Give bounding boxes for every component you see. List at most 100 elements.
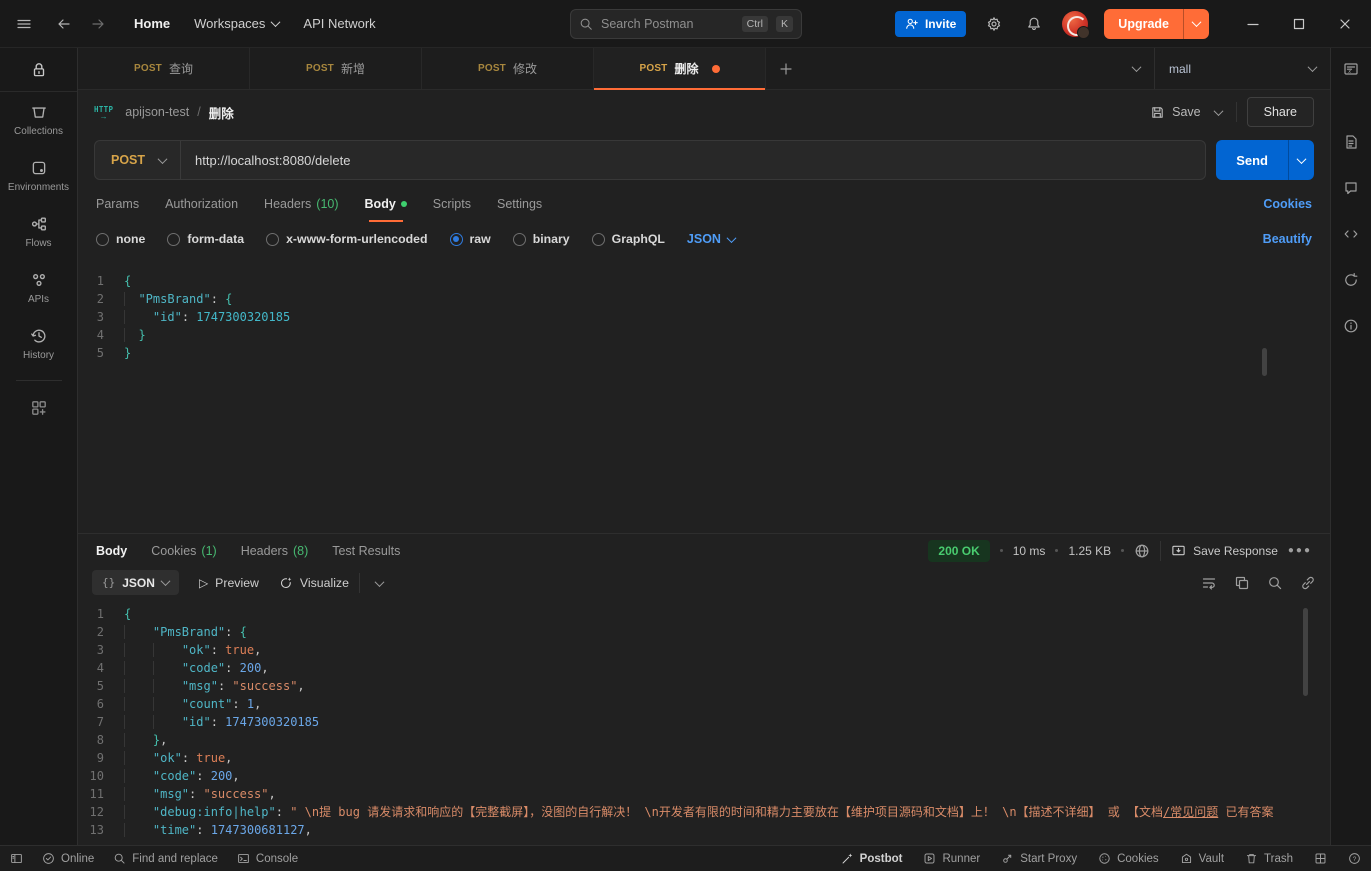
online-status[interactable]: Online — [42, 852, 94, 865]
request-body-editor[interactable]: 1{2 "PmsBrand": {3 "id": 1747300320185 4 … — [78, 256, 1330, 533]
wrap-text-icon[interactable] — [1201, 575, 1217, 591]
sidebar-item-flows[interactable]: Flows — [0, 204, 77, 260]
lock-icon[interactable] — [0, 48, 77, 92]
toggle-sidebar-icon[interactable] — [10, 852, 23, 865]
search-in-response-icon[interactable] — [1267, 575, 1283, 591]
back-arrow-icon[interactable] — [52, 12, 76, 36]
save-button[interactable]: Save — [1150, 105, 1201, 120]
save-dropdown-chevron[interactable] — [1211, 101, 1226, 123]
beautify-link[interactable]: Beautify — [1263, 232, 1312, 246]
new-tab-plus-icon[interactable] — [766, 48, 806, 89]
console-button[interactable]: Console — [237, 852, 298, 865]
copy-icon[interactable] — [1234, 575, 1250, 591]
breadcrumb-request-name[interactable]: 删除 — [209, 103, 234, 122]
sidebar-item-environments[interactable]: Environments — [0, 148, 77, 204]
help-icon[interactable]: ? — [1348, 852, 1361, 865]
send-button[interactable]: Send — [1216, 140, 1314, 180]
network-globe-icon[interactable] — [1134, 543, 1150, 559]
visualize-button[interactable]: Visualize — [279, 576, 349, 590]
upgrade-dropdown[interactable] — [1183, 8, 1209, 39]
editor-tab-3[interactable]: POST 修改 — [422, 48, 594, 89]
runner-icon — [925, 853, 935, 864]
forward-arrow-icon[interactable] — [86, 12, 110, 36]
sidebar-item-apis[interactable]: APIs — [0, 260, 77, 316]
environment-selector[interactable]: mall — [1154, 48, 1330, 89]
nav-home[interactable]: Home — [134, 16, 170, 31]
method-dropdown-chevron[interactable] — [157, 153, 180, 167]
runner-button[interactable]: Runner — [923, 852, 980, 865]
find-and-replace[interactable]: Find and replace — [113, 852, 218, 865]
save-response-button[interactable]: Save Response — [1171, 543, 1278, 558]
svg-text:?: ? — [1353, 856, 1357, 863]
method-selector-label[interactable]: POST — [95, 153, 159, 167]
flows-icon — [31, 217, 46, 231]
tab-body[interactable]: Body — [365, 186, 407, 222]
response-size[interactable]: 1.25 KB — [1068, 544, 1111, 558]
sidebar-item-collections[interactable]: Collections — [0, 92, 77, 148]
tab-settings[interactable]: Settings — [497, 186, 542, 222]
breadcrumb-collection[interactable]: apijson-test — [125, 105, 189, 119]
sidebar-item-history[interactable]: History — [0, 316, 77, 372]
send-dropdown-chevron[interactable] — [1288, 140, 1314, 180]
code-snippet-icon[interactable] — [1343, 226, 1359, 242]
response-format-selector[interactable]: {} JSON — [92, 570, 179, 595]
cookies-button[interactable]: Cookies — [1098, 852, 1159, 865]
tab-overflow-chevron-icon[interactable] — [1119, 48, 1154, 89]
hamburger-menu-icon[interactable] — [12, 12, 36, 36]
trash-button[interactable]: Trash — [1245, 852, 1293, 865]
sync-icon[interactable] — [1343, 272, 1359, 288]
more-options-icon[interactable]: ●●● — [1288, 545, 1312, 556]
url-input[interactable]: http://localhost:8080/delete — [181, 153, 1205, 168]
response-time[interactable]: 10 ms — [1013, 544, 1046, 558]
configure-workbar-icon[interactable] — [30, 389, 48, 427]
environment-quick-look-icon[interactable]: x — [1343, 61, 1359, 77]
cookies-link[interactable]: Cookies — [1263, 197, 1312, 211]
preview-button[interactable]: ▷ Preview — [199, 576, 259, 590]
code-line: 13 "time": 1747300681127, — [89, 823, 312, 837]
editor-tab-4-active[interactable]: POST 删除 — [594, 48, 766, 90]
response-tab-test-results[interactable]: Test Results — [332, 544, 400, 558]
mode-x-www-form-urlencoded[interactable]: x-www-form-urlencoded — [266, 232, 428, 246]
info-icon[interactable] — [1343, 318, 1359, 334]
editor-tab-1[interactable]: POST 查询 — [78, 48, 250, 89]
window-close-icon[interactable] — [1331, 12, 1359, 36]
mode-binary[interactable]: binary — [512, 232, 570, 246]
postbot-button[interactable]: Postbot — [841, 852, 902, 865]
tab-headers[interactable]: Headers (10) — [264, 186, 338, 222]
response-tab-headers[interactable]: Headers (8) — [241, 544, 309, 558]
status-badge[interactable]: 200 OK — [928, 539, 990, 562]
response-body-viewer[interactable]: 1{2 "PmsBrand": {3 "ok": true, 4 "code": … — [78, 598, 1330, 845]
apis-icon — [32, 274, 45, 286]
notifications-bell-icon[interactable] — [1022, 12, 1046, 36]
link-icon[interactable] — [1300, 575, 1316, 591]
tab-authorization[interactable]: Authorization — [165, 186, 238, 222]
documentation-icon[interactable] — [1343, 134, 1359, 150]
start-proxy-button[interactable]: Start Proxy — [1001, 852, 1077, 865]
upgrade-button[interactable]: Upgrade — [1104, 8, 1209, 39]
nav-api-network[interactable]: API Network — [303, 16, 375, 31]
response-tab-body[interactable]: Body — [96, 544, 127, 558]
mode-form-data[interactable]: form-data — [167, 232, 244, 246]
search-input[interactable]: Search Postman Ctrl K — [570, 9, 802, 39]
window-maximize-icon[interactable] — [1285, 12, 1313, 36]
tab-params[interactable]: Params — [96, 186, 139, 222]
mode-graphql[interactable]: GraphQL — [591, 232, 665, 246]
response-tab-cookies[interactable]: Cookies (1) — [151, 544, 216, 558]
language-selector[interactable]: JSON — [687, 232, 737, 246]
editor-tab-2[interactable]: POST 新增 — [250, 48, 422, 89]
user-avatar[interactable] — [1062, 10, 1091, 39]
nav-workspaces[interactable]: Workspaces — [194, 16, 281, 31]
window-minimize-icon[interactable] — [1239, 12, 1267, 36]
request-editor-scrollbar[interactable] — [1262, 348, 1267, 376]
mode-raw[interactable]: raw — [449, 232, 491, 246]
comments-icon[interactable] — [1343, 180, 1359, 196]
invite-button[interactable]: Invite — [894, 10, 967, 37]
tab-scripts[interactable]: Scripts — [433, 186, 471, 222]
share-button[interactable]: Share — [1246, 97, 1314, 127]
split-panes-icon[interactable] — [1314, 852, 1327, 865]
vault-button[interactable]: Vault — [1180, 852, 1224, 865]
toolbar-chevron-icon[interactable] — [374, 576, 385, 590]
response-scrollbar[interactable] — [1303, 608, 1308, 696]
settings-gear-icon[interactable] — [982, 12, 1006, 36]
mode-none[interactable]: none — [96, 232, 145, 246]
